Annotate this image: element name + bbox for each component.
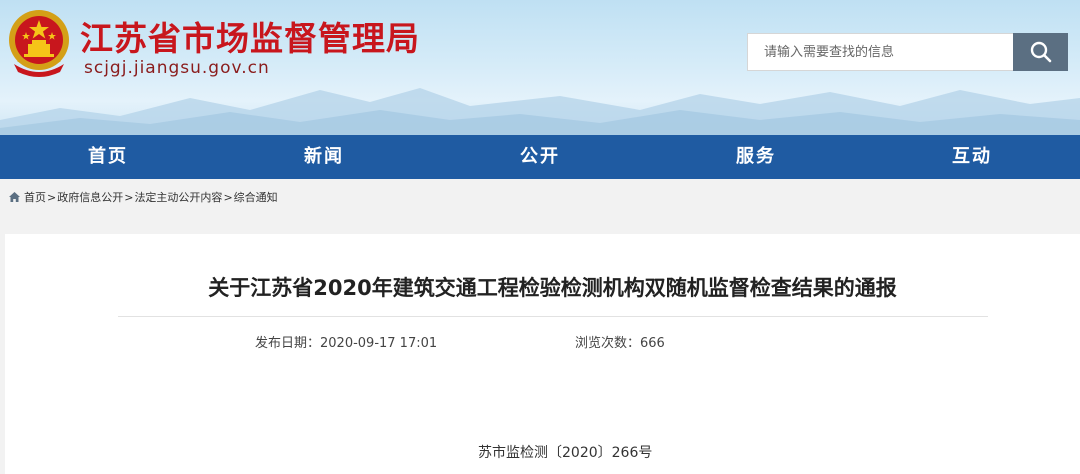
- nav-item-services[interactable]: 服务: [648, 135, 864, 179]
- national-emblem-icon: [9, 10, 69, 77]
- nav-item-public[interactable]: 公开: [432, 135, 648, 179]
- search-icon: [1030, 41, 1051, 63]
- search-button[interactable]: [1013, 33, 1068, 71]
- breadcrumb-item-general-notice[interactable]: 综合通知: [234, 189, 278, 205]
- search-input[interactable]: [747, 33, 1013, 71]
- breadcrumb-separator: >: [124, 190, 134, 204]
- breadcrumb-separator: >: [47, 190, 57, 204]
- breadcrumb-item-statutory[interactable]: 法定主动公开内容: [134, 189, 222, 205]
- breadcrumb-item-gov-info[interactable]: 政府信息公开: [57, 189, 123, 205]
- nav-item-interaction[interactable]: 互动: [864, 135, 1080, 179]
- article-panel: 关于江苏省2020年建筑交通工程检验检测机构双随机监督检查结果的通报 发布日期：…: [5, 234, 1080, 474]
- home-icon: [9, 192, 20, 202]
- site-domain: scjgj.jiangsu.gov.cn: [84, 58, 270, 78]
- nav-item-home[interactable]: 首页: [0, 135, 216, 179]
- site-header: 江苏省市场监督管理局 scjgj.jiangsu.gov.cn: [0, 0, 1080, 135]
- nav-item-news[interactable]: 新闻: [216, 135, 432, 179]
- view-count: 浏览次数：666: [575, 336, 665, 351]
- breadcrumb-item-home[interactable]: 首页: [24, 189, 46, 205]
- main-nav: 首页 新闻 公开 服务 互动: [0, 135, 1080, 179]
- title-divider: [118, 316, 988, 317]
- article-title: 关于江苏省2020年建筑交通工程检验检测机构双随机监督检查结果的通报: [208, 276, 897, 300]
- publish-date: 发布日期：2020-09-17 17:01: [255, 336, 438, 351]
- breadcrumb: 首页 > 政府信息公开 > 法定主动公开内容 > 综合通知: [8, 189, 278, 205]
- document-number: 苏市监检测〔2020〕266号: [478, 445, 653, 461]
- breadcrumb-separator: >: [223, 190, 233, 204]
- site-title: 江苏省市场监督管理局: [80, 19, 420, 58]
